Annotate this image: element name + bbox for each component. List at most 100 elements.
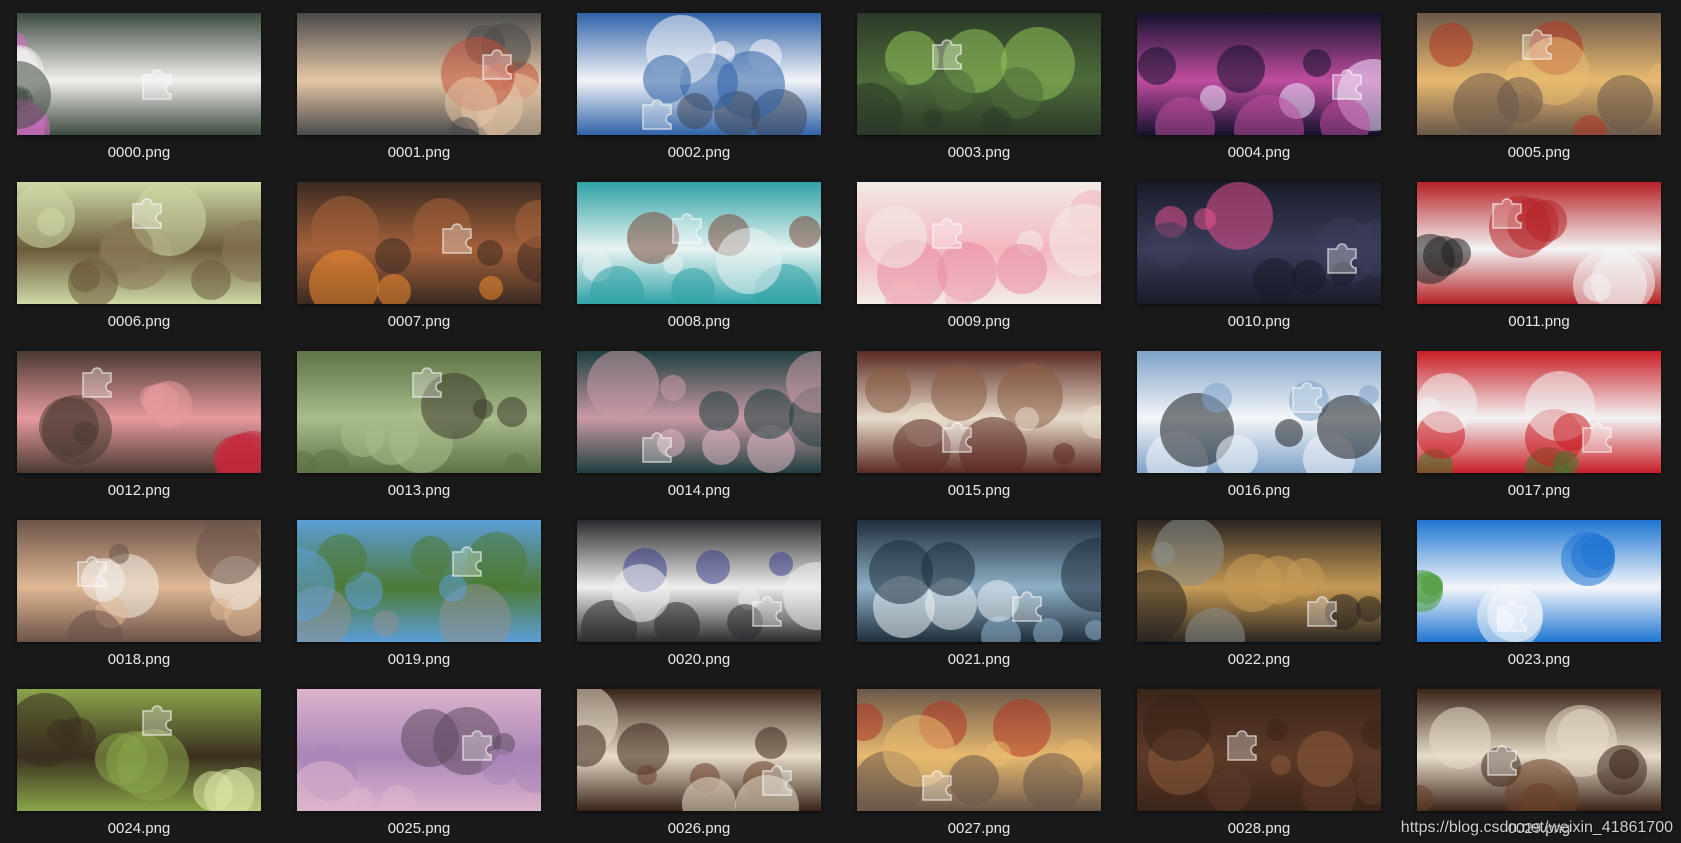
file-thumbnail[interactable]: 0010.png: [1137, 182, 1381, 340]
jigsaw-piece-icon: [437, 217, 477, 257]
image-preview-pepperoni-pizza-and-mortar: [857, 689, 1101, 811]
jigsaw-piece-icon: [77, 361, 117, 401]
file-name-label: 0028.png: [1227, 820, 1291, 837]
image-preview-pink-flowers-on-notebook: [17, 13, 261, 135]
file-name-label: 0012.png: [107, 482, 171, 499]
file-name-label: 0026.png: [667, 820, 731, 837]
jigsaw-piece-icon: [1492, 595, 1532, 635]
image-preview-ocean-waves: [857, 520, 1101, 642]
image-preview-coffee-beans-frame: [1417, 689, 1661, 811]
file-name-label: 0002.png: [667, 144, 731, 161]
image-preview-city-skyline-at-night: [1137, 182, 1381, 304]
file-thumbnail[interactable]: 0008.png: [577, 182, 821, 340]
image-preview-snowy-rocky-mountains: [577, 182, 821, 304]
file-thumbnail[interactable]: 0025.png: [297, 689, 541, 843]
jigsaw-piece-icon: [747, 590, 787, 630]
image-preview-smoothie-on-picnic-cloth: [17, 351, 261, 473]
file-name-label: 0000.png: [107, 144, 171, 161]
image-preview-pink-carnation: [857, 182, 1101, 304]
image-preview-embroidered-shoes-on-wood: [297, 13, 541, 135]
file-name-label: 0018.png: [107, 651, 171, 668]
file-thumbnail[interactable]: 0026.png: [577, 689, 821, 843]
file-thumbnail[interactable]: 0019.png: [297, 520, 541, 678]
image-preview-strawberries-in-boxes: [1417, 351, 1661, 473]
jigsaw-piece-icon: [1302, 590, 1342, 630]
file-thumbnail[interactable]: 0006.png: [17, 182, 261, 340]
image-preview-laptop-on-red-blanket: [1417, 182, 1661, 304]
image-preview-tree-canopy: [297, 351, 541, 473]
file-thumbnail[interactable]: 0023.png: [1417, 520, 1661, 678]
file-name-label: 0006.png: [107, 313, 171, 330]
image-preview-forest-and-green-field: [857, 13, 1101, 135]
thumbnail-grid: 0000.png 0001.png 0002.png 0003.png 0004…: [0, 0, 1681, 843]
jigsaw-piece-icon: [1287, 376, 1327, 416]
file-thumbnail[interactable]: 0028.png: [1137, 689, 1381, 843]
jigsaw-piece-icon: [927, 212, 967, 252]
image-preview-pile-of-nuts: [857, 351, 1101, 473]
jigsaw-piece-icon: [137, 699, 177, 739]
jigsaw-piece-icon: [667, 207, 707, 247]
file-thumbnail[interactable]: 0020.png: [577, 520, 821, 678]
file-thumbnail[interactable]: 0021.png: [857, 520, 1101, 678]
jigsaw-piece-icon: [127, 192, 167, 232]
file-thumbnail[interactable]: 0017.png: [1417, 351, 1661, 509]
jigsaw-piece-icon: [757, 759, 797, 799]
image-preview-curving-road-and-hills: [297, 520, 541, 642]
file-name-label: 0010.png: [1227, 313, 1291, 330]
file-name-label: 0001.png: [387, 144, 451, 161]
file-thumbnail[interactable]: 0000.png: [17, 13, 261, 171]
image-preview-sunlit-forest: [17, 689, 261, 811]
jigsaw-piece-icon: [1517, 23, 1557, 63]
file-name-label: 0020.png: [667, 651, 731, 668]
file-thumbnail[interactable]: 0018.png: [17, 520, 261, 678]
file-thumbnail[interactable]: 0011.png: [1417, 182, 1661, 340]
image-preview-pepperoni-pizza-and-mortar: [1417, 13, 1661, 135]
jigsaw-piece-icon: [637, 93, 677, 133]
jigsaw-piece-icon: [637, 426, 677, 466]
file-name-label: 0005.png: [1507, 144, 1571, 161]
jigsaw-piece-icon: [1322, 237, 1362, 277]
file-name-label: 0014.png: [667, 482, 731, 499]
file-name-label: 0023.png: [1507, 651, 1571, 668]
file-thumbnail[interactable]: 0016.png: [1137, 351, 1381, 509]
file-thumbnail[interactable]: 0013.png: [297, 351, 541, 509]
file-thumbnail[interactable]: 0014.png: [577, 351, 821, 509]
file-thumbnail[interactable]: 0005.png: [1417, 13, 1661, 171]
file-name-label: 0009.png: [947, 313, 1011, 330]
file-thumbnail[interactable]: 0003.png: [857, 13, 1101, 171]
file-name-label: 0021.png: [947, 651, 1011, 668]
file-name-label: 0019.png: [387, 651, 451, 668]
image-preview-coffee-beans-frame: [577, 689, 821, 811]
file-name-label: 0027.png: [947, 820, 1011, 837]
image-preview-snowy-mountain-peaks: [577, 13, 821, 135]
watermark: https://blog.csdn.net/weixin_41861700: [1400, 819, 1673, 836]
jigsaw-piece-icon: [937, 416, 977, 456]
file-thumbnail[interactable]: 0001.png: [297, 13, 541, 171]
jigsaw-piece-icon: [927, 33, 967, 73]
file-thumbnail[interactable]: 0024.png: [17, 689, 261, 843]
file-name-label: 0017.png: [1507, 482, 1571, 499]
jigsaw-piece-icon: [137, 63, 177, 103]
file-thumbnail[interactable]: 0002.png: [577, 13, 821, 171]
jigsaw-piece-icon: [1007, 585, 1047, 625]
file-thumbnail[interactable]: 0015.png: [857, 351, 1101, 509]
file-name-label: 0008.png: [667, 313, 731, 330]
file-name-label: 0015.png: [947, 482, 1011, 499]
image-preview-stationery-and-pencils: [577, 520, 821, 642]
file-thumbnail[interactable]: 0022.png: [1137, 520, 1381, 678]
file-name-label: 0025.png: [387, 820, 451, 837]
file-thumbnail[interactable]: 0012.png: [17, 351, 261, 509]
file-name-label: 0016.png: [1227, 482, 1291, 499]
file-thumbnail[interactable]: 0004.png: [1137, 13, 1381, 171]
jigsaw-piece-icon: [447, 540, 487, 580]
jigsaw-piece-icon: [477, 43, 517, 83]
file-thumbnail[interactable]: 0007.png: [297, 182, 541, 340]
jigsaw-piece-icon: [1577, 416, 1617, 456]
file-thumbnail[interactable]: 0009.png: [857, 182, 1101, 340]
jigsaw-piece-icon: [457, 724, 497, 764]
image-preview-road-and-blue-sky: [1417, 520, 1661, 642]
file-thumbnail[interactable]: 0027.png: [857, 689, 1101, 843]
file-name-label: 0011.png: [1508, 313, 1570, 330]
jigsaw-piece-icon: [1327, 63, 1367, 103]
file-name-label: 0004.png: [1227, 144, 1291, 161]
